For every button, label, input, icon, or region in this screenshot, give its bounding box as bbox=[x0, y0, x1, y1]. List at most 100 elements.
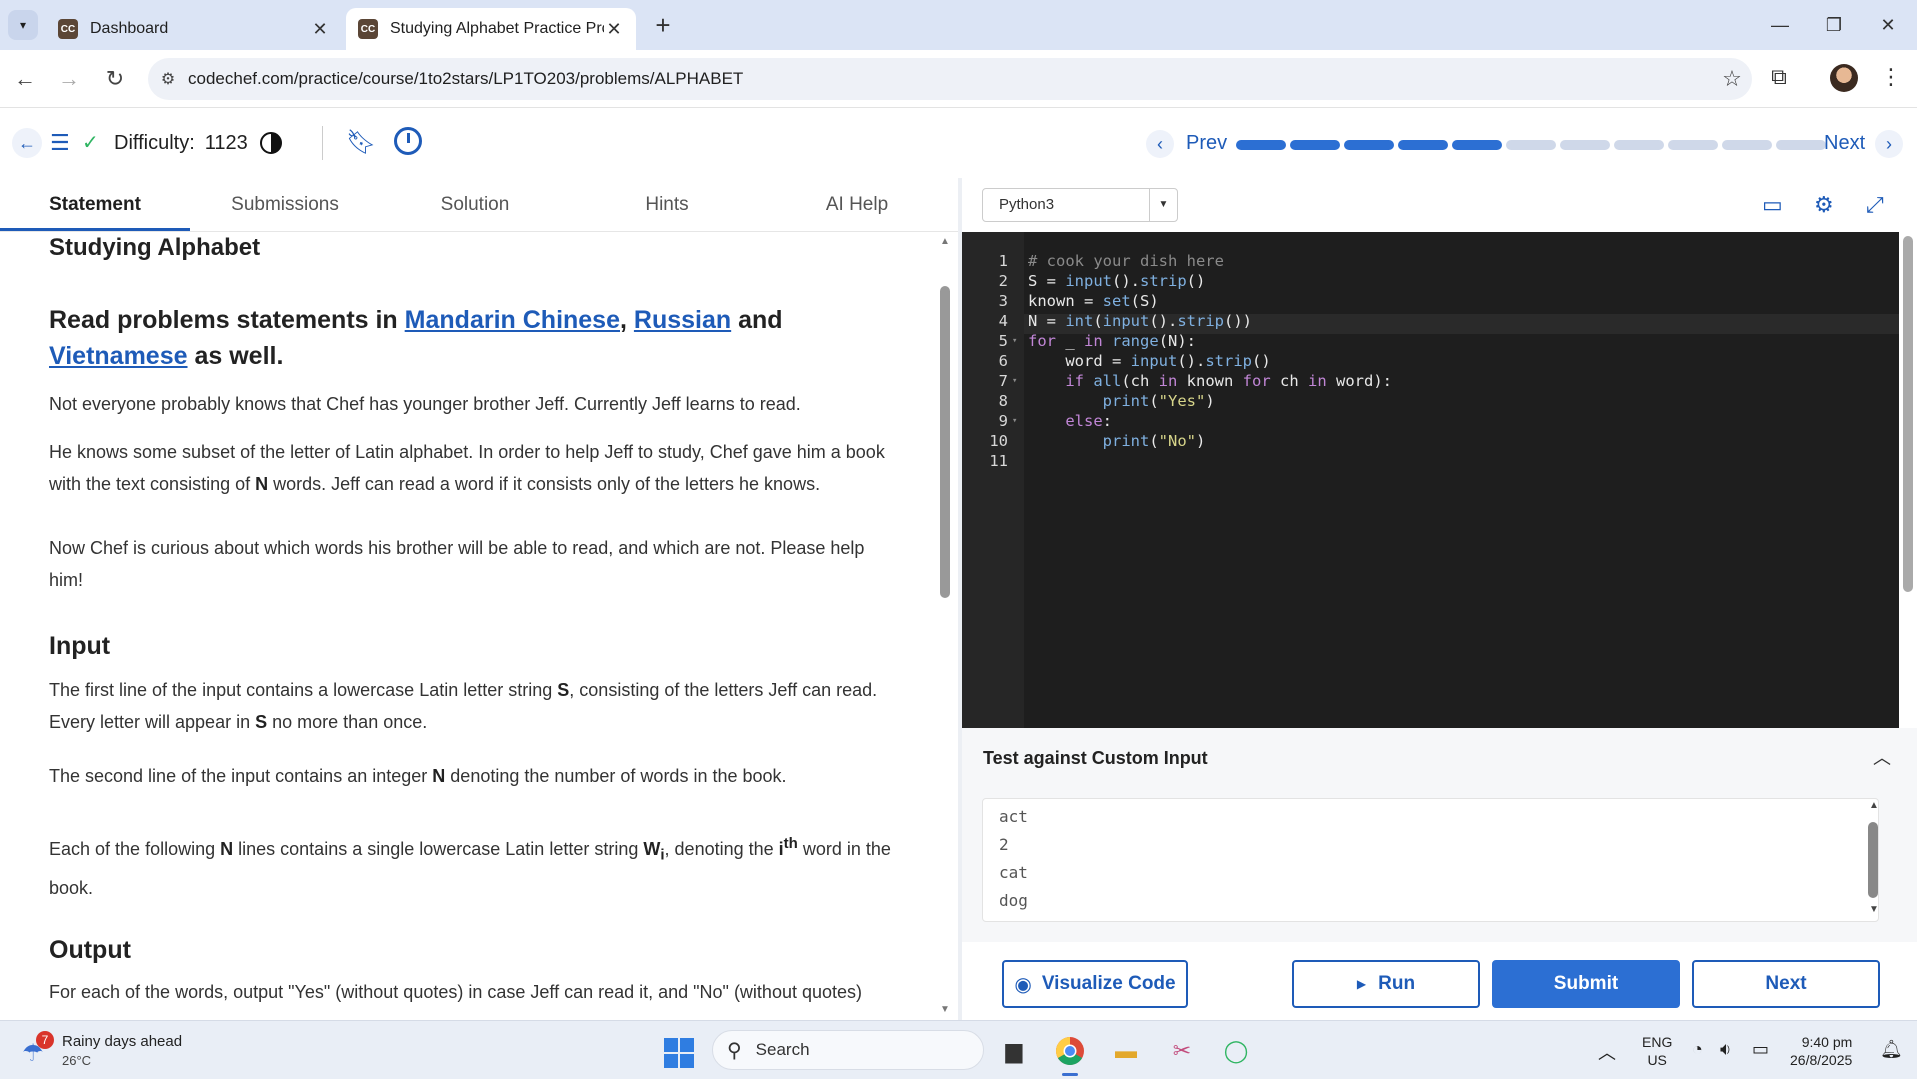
weather-title[interactable]: Rainy days ahead bbox=[62, 1033, 182, 1050]
link-vietnamese[interactable]: Vietnamese bbox=[49, 342, 188, 370]
extensions-icon[interactable]: ⧉ bbox=[1764, 64, 1794, 94]
restore-button[interactable]: ❐ bbox=[1814, 8, 1854, 42]
language-select[interactable]: Python3 ▼ bbox=[982, 188, 1178, 222]
scroll-thumb[interactable] bbox=[940, 286, 950, 598]
next-chevron-icon[interactable]: › bbox=[1875, 130, 1903, 158]
scroll-down-icon[interactable]: ▼ bbox=[1867, 904, 1881, 915]
line-number: 9 bbox=[998, 412, 1008, 430]
line-number: 4 bbox=[998, 312, 1008, 330]
course-progress-bar bbox=[1236, 140, 1826, 150]
browser-menu-icon[interactable]: ⋮ bbox=[1880, 64, 1902, 94]
snipping-tool-icon[interactable]: ✂ bbox=[1164, 1033, 1200, 1069]
forward-arrow-icon[interactable]: → bbox=[54, 64, 84, 94]
code-line[interactable]: else: bbox=[1028, 412, 1112, 430]
code-editor[interactable]: 1 # cook your dish here 2 S = input().strip… bbox=[962, 232, 1899, 728]
fullscreen-icon[interactable]: ⤢ bbox=[1866, 192, 1884, 218]
browser-tab-problem[interactable]: CC Studying Alphabet Practice Prob ✕ bbox=[346, 8, 636, 50]
tab-hints[interactable]: Hints bbox=[572, 194, 762, 216]
code-line[interactable]: word = input().strip() bbox=[1028, 352, 1270, 370]
statement-scrollbar[interactable]: ▲ ▼ bbox=[938, 232, 952, 1020]
fold-toggle-icon[interactable]: ▾ bbox=[1012, 376, 1017, 386]
minimize-button[interactable]: — bbox=[1760, 8, 1800, 42]
difficulty-label: Difficulty: bbox=[114, 132, 195, 154]
code-line[interactable]: print("No") bbox=[1028, 432, 1206, 450]
problem-list-icon[interactable]: ☰ bbox=[50, 130, 70, 156]
close-tab-icon[interactable]: ✕ bbox=[310, 19, 330, 40]
clock-time: 9:40 pm bbox=[1801, 1034, 1853, 1050]
notifications-icon[interactable]: 🔔︎ bbox=[1880, 1039, 1903, 1060]
tab-ai-help[interactable]: AI Help bbox=[762, 194, 952, 216]
link-russian[interactable]: Russian bbox=[634, 306, 731, 334]
run-button[interactable]: ▶ Run bbox=[1292, 960, 1480, 1008]
taskbar-search[interactable]: ⚲ Search bbox=[712, 1030, 984, 1070]
code-line[interactable]: N = int(input().strip()) bbox=[1028, 312, 1252, 330]
fold-toggle-icon[interactable]: ▾ bbox=[1012, 416, 1017, 426]
chrome-icon[interactable] bbox=[1052, 1033, 1088, 1069]
custom-input-line: cat bbox=[999, 863, 1028, 882]
var-n: N bbox=[255, 474, 269, 494]
bookmark-star-icon[interactable]: ☆ bbox=[1712, 66, 1752, 92]
volume-icon[interactable]: 🔉︎ bbox=[1720, 1039, 1731, 1060]
theme-toggle-icon[interactable] bbox=[260, 132, 282, 154]
settings-gear-icon[interactable]: ⚙ bbox=[1814, 192, 1834, 218]
close-window-button[interactable]: ✕ bbox=[1868, 8, 1908, 42]
reload-icon[interactable]: ↻ bbox=[100, 64, 130, 94]
code-line[interactable]: print("Yes") bbox=[1028, 392, 1215, 410]
tab-submissions[interactable]: Submissions bbox=[190, 194, 380, 216]
site-info-icon[interactable]: ⚙ bbox=[148, 69, 188, 89]
prev-problem-link[interactable]: Prev bbox=[1186, 132, 1227, 155]
progress-segment bbox=[1668, 140, 1718, 150]
editor-scrollbar[interactable] bbox=[1899, 232, 1917, 728]
input-language[interactable]: ENG US bbox=[1642, 1033, 1672, 1069]
windows-start-icon[interactable] bbox=[664, 1038, 694, 1068]
back-icon[interactable]: ← bbox=[12, 128, 42, 158]
custom-input-header[interactable]: Test against Custom Input ︿ bbox=[962, 728, 1917, 786]
line-number: 1 bbox=[998, 252, 1008, 270]
chevron-up-icon[interactable]: ︿ bbox=[1873, 744, 1891, 770]
code-line[interactable]: # cook your dish here bbox=[1028, 252, 1224, 270]
fold-toggle-icon[interactable]: ▾ bbox=[1012, 336, 1017, 346]
dropdown-caret-icon[interactable]: ▼ bbox=[1149, 189, 1177, 221]
back-arrow-icon[interactable]: ← bbox=[10, 64, 40, 94]
code-line[interactable]: S = input().strip() bbox=[1028, 272, 1205, 290]
scroll-up-icon[interactable]: ▲ bbox=[938, 236, 952, 247]
link-mandarin[interactable]: Mandarin Chinese bbox=[405, 306, 620, 334]
wifi-icon[interactable]: ◔ bbox=[1692, 1039, 1703, 1060]
code-line[interactable]: for _ in range(N): bbox=[1028, 332, 1196, 350]
tab-statement[interactable]: Statement bbox=[0, 194, 190, 216]
task-view-icon[interactable]: ▆ bbox=[996, 1033, 1032, 1069]
comment-icon[interactable]: ▭ bbox=[1762, 192, 1783, 218]
code-line[interactable]: known = set(S) bbox=[1028, 292, 1159, 310]
browser-tab-dashboard[interactable]: CC Dashboard ✕ bbox=[46, 8, 342, 50]
scroll-up-icon[interactable]: ▲ bbox=[1867, 800, 1881, 811]
custom-input-line: 2 bbox=[999, 835, 1009, 854]
file-explorer-icon[interactable]: ▬ bbox=[1108, 1033, 1144, 1069]
tab-solution[interactable]: Solution bbox=[380, 194, 570, 216]
next-button[interactable]: Next bbox=[1692, 960, 1880, 1008]
var-s: S bbox=[255, 712, 268, 732]
scroll-down-icon[interactable]: ▼ bbox=[938, 1004, 952, 1015]
code-line[interactable]: if all(ch in known for ch in word): bbox=[1028, 372, 1392, 390]
visualize-code-button[interactable]: ◉ Visualize Code bbox=[1002, 960, 1188, 1008]
system-clock[interactable]: 9:40 pm 26/8/2025 bbox=[1790, 1033, 1852, 1069]
next-problem-link[interactable]: Next bbox=[1824, 132, 1865, 155]
active-tab-indicator bbox=[0, 228, 190, 231]
editor-scroll-thumb[interactable] bbox=[1903, 236, 1913, 592]
timer-icon[interactable] bbox=[394, 127, 422, 155]
scroll-thumb[interactable] bbox=[1868, 822, 1878, 898]
submit-button[interactable]: Submit bbox=[1492, 960, 1680, 1008]
close-tab-icon[interactable]: ✕ bbox=[604, 19, 624, 40]
app-ring-icon[interactable]: ◯ bbox=[1218, 1033, 1254, 1069]
custom-input-scrollbar[interactable]: ▲ ▼ bbox=[1865, 800, 1881, 920]
profile-avatar[interactable] bbox=[1830, 64, 1858, 92]
url-text[interactable]: codechef.com/practice/course/1to2stars/L… bbox=[188, 69, 1712, 89]
new-tab-button[interactable]: + bbox=[648, 10, 678, 40]
browser-tab-bar: ▾ CC Dashboard ✕ CC Studying Alphabet Pr… bbox=[0, 0, 1917, 50]
tray-overflow-icon[interactable]: ︿ bbox=[1598, 1039, 1616, 1065]
tab-search-icon[interactable]: ▾ bbox=[8, 10, 38, 40]
bookmark-icon[interactable]: 🔖︎ bbox=[346, 128, 376, 157]
prev-chevron-icon[interactable]: ‹ bbox=[1146, 130, 1174, 158]
battery-icon[interactable]: ▭ bbox=[1752, 1039, 1769, 1060]
custom-input-textarea[interactable]: act 2 cat dog bbox=[982, 798, 1879, 922]
address-bar[interactable]: ⚙ codechef.com/practice/course/1to2stars… bbox=[148, 58, 1752, 100]
